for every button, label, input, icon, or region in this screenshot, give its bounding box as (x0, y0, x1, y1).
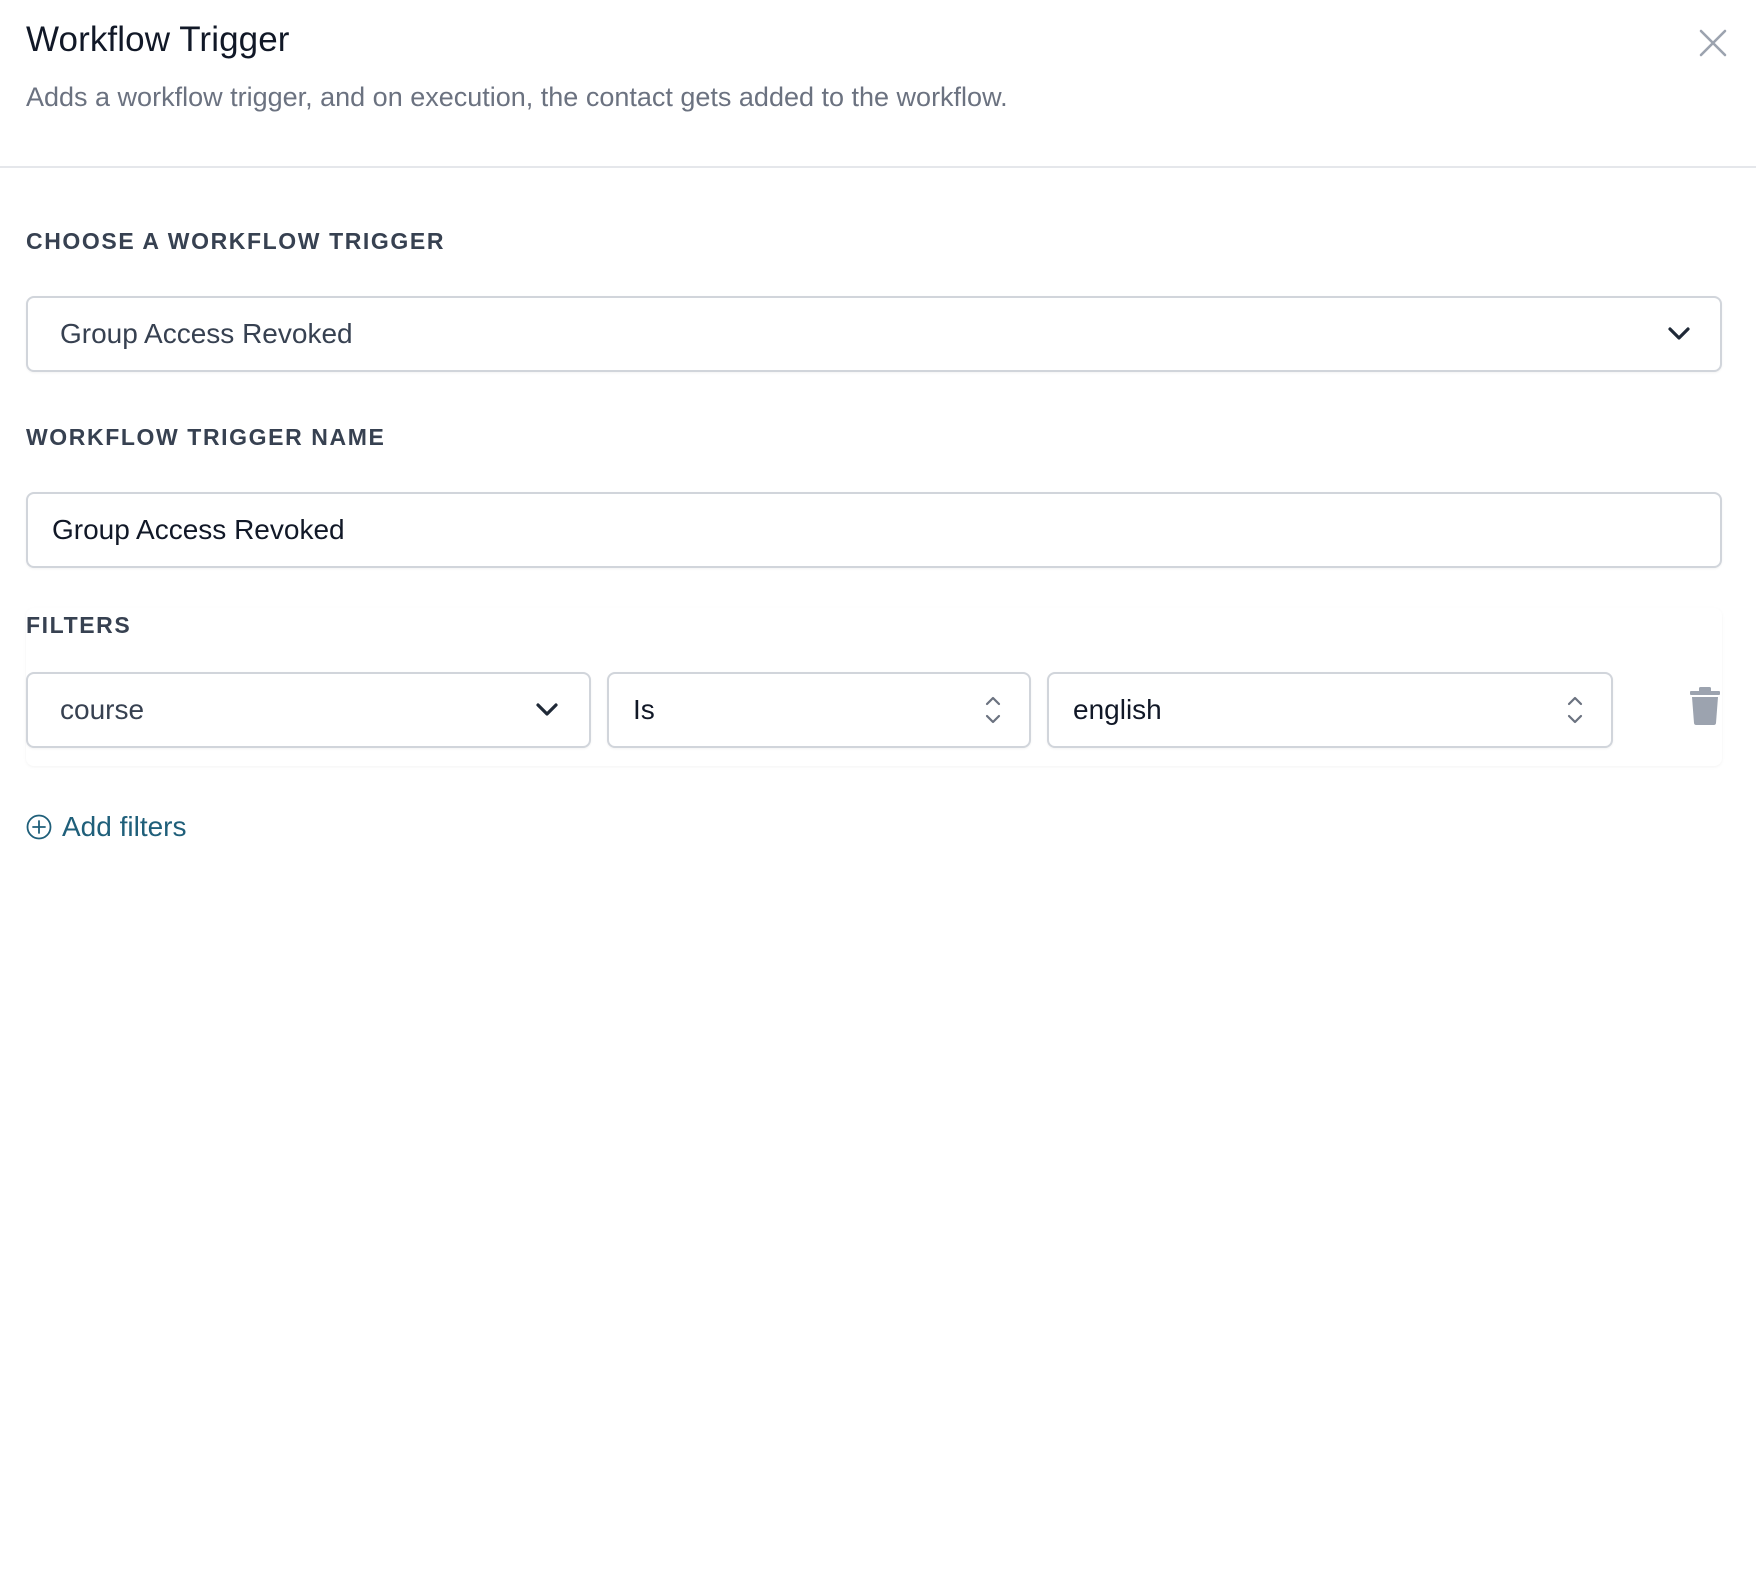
chevron-down-icon (1668, 327, 1690, 340)
chevron-down-icon (536, 703, 558, 716)
add-filters-label: Add filters (62, 811, 187, 842)
plus-circle-icon (26, 814, 52, 840)
trigger-name-label: WORKFLOW TRIGGER NAME (26, 424, 386, 450)
panel-header: Workflow Trigger Adds a workflow trigger… (0, 0, 1756, 168)
chevron-up-down-icon (1567, 696, 1583, 724)
close-icon (1699, 29, 1727, 57)
delete-filter-button[interactable] (1688, 686, 1722, 726)
close-button[interactable] (1694, 24, 1732, 62)
trigger-name-input[interactable]: Group Access Revoked (26, 492, 1722, 568)
filter-operator-value: Is (633, 694, 655, 725)
panel-subtitle: Adds a workflow trigger, and on executio… (26, 82, 1008, 112)
trigger-select[interactable]: Group Access Revoked (26, 296, 1722, 372)
trigger-name-value: Group Access Revoked (52, 514, 345, 545)
trash-icon (1690, 687, 1720, 725)
add-filters-button[interactable]: Add filters (26, 808, 187, 846)
trigger-select-value: Group Access Revoked (60, 318, 353, 349)
filter-field-value: course (60, 694, 145, 725)
filter-operator-select[interactable]: Is (607, 672, 1031, 748)
filter-value-select[interactable]: english (1047, 672, 1613, 748)
trigger-select-label: CHOOSE A WORKFLOW TRIGGER (26, 228, 446, 254)
filter-value-value: english (1073, 694, 1162, 725)
panel-title: Workflow Trigger (26, 20, 290, 59)
chevron-up-down-icon (985, 696, 1001, 724)
filter-field-select[interactable]: course (26, 672, 591, 748)
workflow-trigger-panel: Workflow Trigger Adds a workflow trigger… (0, 0, 1756, 1590)
